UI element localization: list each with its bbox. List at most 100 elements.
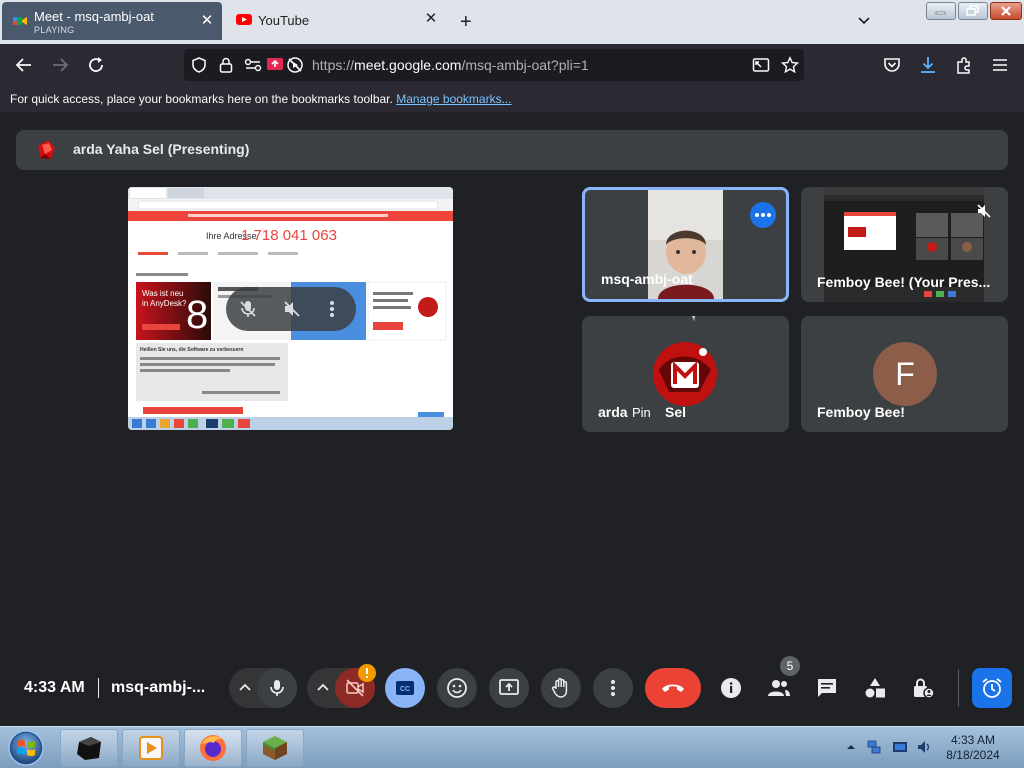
participant-tile-femboy-bee[interactable]: F Femboy Bee! — [801, 316, 1008, 432]
minimize-window-button[interactable] — [926, 2, 956, 20]
url-text[interactable]: https://meet.google.com/msq-ambj-oat?pli… — [312, 57, 589, 73]
promo-number: 8 — [186, 293, 209, 337]
reactions-button[interactable] — [437, 668, 477, 708]
show-hidden-icons-chevron[interactable] — [846, 743, 856, 751]
leave-call-button[interactable] — [645, 668, 701, 708]
tile-hover-controls — [226, 287, 356, 331]
more-vertical-icon — [611, 680, 615, 696]
tab-youtube[interactable]: YouTube ✕ — [226, 0, 446, 40]
anydesk-address-number: 1 718 041 063 — [241, 227, 337, 244]
chevron-up-icon[interactable] — [315, 680, 331, 696]
restore-window-button[interactable] — [958, 2, 988, 20]
participant-tile-msq-ambj-oat[interactable]: msq-ambj-oat — [582, 187, 789, 302]
participant-name: arda — [598, 404, 628, 420]
close-tab-icon[interactable]: ✕ — [424, 11, 438, 26]
back-arrow-icon[interactable] — [14, 55, 34, 75]
closed-captions-icon: CC — [396, 681, 414, 695]
more-options-button[interactable] — [593, 668, 633, 708]
forward-arrow-icon[interactable] — [50, 55, 70, 75]
mic-off-icon[interactable] — [238, 299, 258, 319]
tab-playing-status: PLAYING — [34, 25, 75, 35]
pocket-icon[interactable] — [882, 55, 902, 75]
taskbar-firefox[interactable] — [184, 729, 242, 767]
meeting-code: msq-ambj-... — [111, 679, 206, 696]
host-controls-button[interactable] — [905, 670, 941, 706]
close-tab-icon[interactable]: ✕ — [200, 13, 214, 28]
info-icon — [721, 678, 741, 698]
meet-favicon-icon — [13, 17, 27, 25]
system-clock[interactable]: 4:33 AM 8/18/2024 — [930, 733, 1016, 763]
meeting-details-button[interactable] — [713, 670, 749, 706]
bookmarks-hint-text: For quick access, place your bookmarks h… — [10, 92, 393, 106]
participant-avatar — [653, 342, 717, 406]
divider — [958, 670, 959, 706]
chevron-up-icon[interactable] — [237, 680, 253, 696]
screen-share-view[interactable]: Ihre Adresse 1 718 041 063 Was ist neu i… — [128, 187, 453, 430]
hamburger-menu-icon[interactable] — [990, 55, 1010, 75]
new-tab-plus-icon[interactable]: + — [460, 12, 472, 32]
presenter-bar: arda Yaha Sel (Presenting) — [16, 130, 1008, 170]
tab-title: Meet - msq-ambj-oat — [34, 9, 154, 24]
promo-line-1: Was ist neu — [142, 289, 184, 298]
participant-name: msq-ambj-oat — [601, 271, 693, 287]
volume-off-icon[interactable] — [282, 299, 302, 319]
participant-name: Femboy Bee! (Your Pres... — [817, 274, 991, 290]
autoplay-blocked-icon[interactable] — [286, 56, 304, 74]
display-tray-icon[interactable] — [892, 739, 908, 755]
downloads-icon[interactable] — [918, 55, 938, 75]
promo-line-2: in AnyDesk? — [142, 299, 187, 308]
black-cube-app-icon — [77, 737, 101, 760]
screen-sharing-indicator-icon[interactable] — [266, 56, 284, 74]
divider — [98, 678, 99, 698]
participant-tile-arda[interactable]: arda Pin Sel — [582, 316, 789, 432]
present-now-button[interactable] — [489, 668, 529, 708]
reload-icon[interactable] — [86, 55, 106, 75]
chat-icon — [818, 679, 836, 697]
chevron-down-icon[interactable] — [856, 12, 872, 28]
lock-icon[interactable] — [218, 56, 234, 74]
network-tray-icon[interactable] — [866, 739, 882, 755]
permissions-icon[interactable] — [244, 57, 262, 73]
more-horizontal-icon — [755, 213, 771, 217]
pin-button[interactable]: Pin — [632, 405, 651, 420]
taskbar-minecraft[interactable] — [246, 729, 304, 767]
participant-name: Femboy Bee! — [817, 404, 905, 420]
timer-button[interactable] — [972, 668, 1012, 708]
participant-tile-femboy-bee-presentation[interactable]: Femboy Bee! (Your Pres... — [801, 187, 1008, 302]
activities-button[interactable] — [857, 670, 893, 706]
manage-bookmarks-link[interactable]: Manage bookmarks... — [396, 92, 511, 106]
system-date: 8/18/2024 — [946, 748, 1000, 762]
youtube-favicon-icon — [236, 14, 252, 25]
extensions-puzzle-icon[interactable] — [954, 55, 974, 75]
microphone-button[interactable] — [257, 668, 297, 708]
url-bar[interactable]: https://meet.google.com/msq-ambj-oat?pli… — [184, 49, 804, 81]
meet-control-bar: 4:33 AM msq-ambj-... CC 5 — [0, 652, 1024, 726]
people-icon — [768, 680, 790, 696]
bookmark-star-icon[interactable] — [781, 56, 799, 74]
media-player-icon — [139, 736, 163, 760]
windows-start-button[interactable] — [6, 729, 46, 767]
alarm-clock-icon — [982, 678, 1002, 698]
more-vertical-icon[interactable] — [328, 299, 336, 319]
microphone-icon — [270, 680, 284, 696]
captions-button[interactable]: CC — [385, 668, 425, 708]
participant-name-suffix: Sel — [665, 404, 687, 420]
picture-in-picture-icon[interactable] — [752, 56, 770, 74]
present-screen-icon — [499, 679, 519, 695]
url-domain: meet.google.com — [354, 57, 462, 73]
video-controls-group — [307, 664, 376, 708]
audio-controls-group — [229, 668, 297, 708]
raise-hand-button[interactable] — [541, 668, 581, 708]
close-window-button[interactable] — [990, 2, 1022, 20]
meet-call-area: arda Yaha Sel (Presenting) Ihre Adresse … — [0, 112, 1024, 726]
chat-button[interactable] — [809, 670, 845, 706]
url-path: /msq-ambj-oat?pli=1 — [461, 57, 589, 73]
browser-navigation-bar: https://meet.google.com/msq-ambj-oat?pli… — [0, 44, 1024, 86]
tab-meet[interactable]: Meet - msq-ambj-oat PLAYING ✕ — [2, 2, 222, 40]
presenter-avatar — [33, 137, 59, 163]
taskbar-app-cube[interactable] — [60, 729, 118, 767]
more-options-button[interactable] — [750, 202, 776, 228]
grass-block-icon — [263, 736, 287, 760]
tracking-shield-icon[interactable] — [190, 56, 208, 74]
taskbar-media-player[interactable] — [122, 729, 180, 767]
